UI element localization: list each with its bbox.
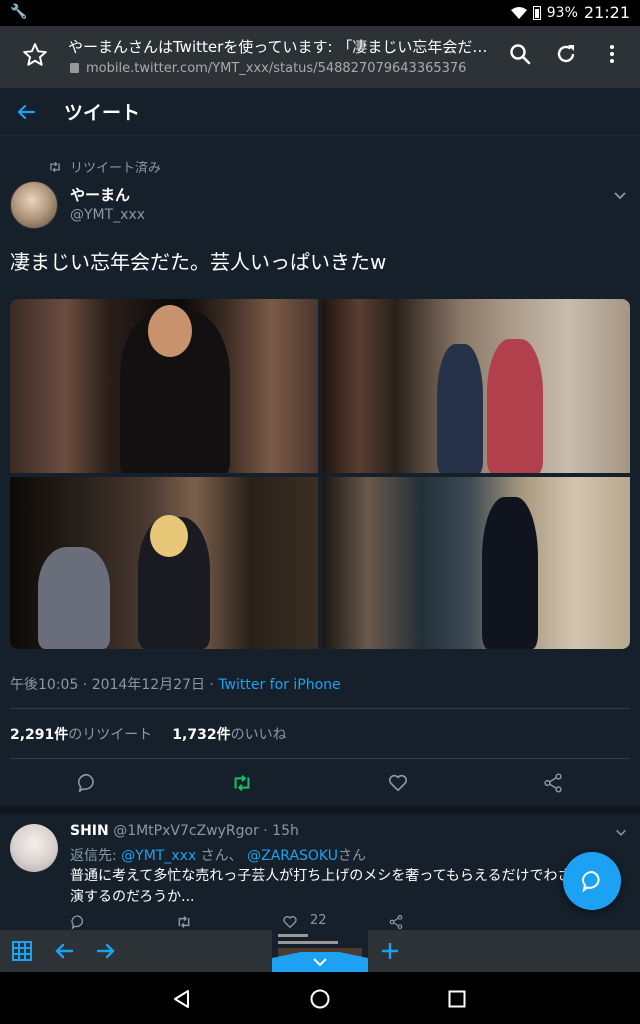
like-stat[interactable]: 1,732件のいいね <box>172 724 286 744</box>
search-icon[interactable] <box>508 42 532 66</box>
retweet-stat[interactable]: 2,291件のリツイート <box>10 724 152 744</box>
back-icon[interactable] <box>52 939 76 963</box>
reload-icon[interactable] <box>554 42 578 66</box>
divider <box>10 708 630 709</box>
photo-3[interactable] <box>10 477 318 649</box>
nav-home-icon[interactable] <box>309 988 331 1010</box>
compose-reply-icon <box>582 870 600 893</box>
status-bar: 🔧 93% 21:21 <box>0 0 640 26</box>
url-text: mobile.twitter.com/YMT_xxx/status/548827… <box>86 61 467 76</box>
performer-face <box>148 305 192 357</box>
retweet-stat-label: のリツイート <box>68 727 153 743</box>
mention-suffix: さん <box>338 848 366 864</box>
reply-chevron-down-icon[interactable] <box>614 826 628 840</box>
like-stat-label: のいいね <box>230 727 287 743</box>
chevron-down-icon <box>313 958 327 967</box>
retweet-small-icon <box>50 161 60 172</box>
reply-author[interactable]: SHIN @1MtPxV7cZwyRgor · 15h <box>70 823 299 839</box>
reply-prefix: 返信先: <box>70 848 122 864</box>
photo-4[interactable] <box>322 477 630 649</box>
performer-figure <box>487 339 543 473</box>
tab-thumbnail[interactable] <box>272 930 368 972</box>
tweet-stats: 2,291件のリツイート 1,732件のいいね <box>10 724 287 744</box>
photo-2[interactable] <box>322 299 630 473</box>
tweet-actions <box>0 770 640 800</box>
like-icon[interactable] <box>387 772 409 794</box>
performer-face <box>150 515 188 557</box>
browser-toolbar: やーまんさんはTwitterを使っています: 「凄まじい忘年会だた。芸人いっぱい… <box>0 26 640 88</box>
performer-figure <box>38 547 110 649</box>
reply-like-count: 22 <box>310 913 327 928</box>
thumbnail-line <box>278 941 338 944</box>
address-bar[interactable]: mobile.twitter.com/YMT_xxx/status/548827… <box>70 61 466 76</box>
divider <box>10 758 630 759</box>
more-vert-icon[interactable] <box>600 42 624 66</box>
photo-grid <box>10 299 630 649</box>
wrench-icon: 🔧 <box>10 4 28 20</box>
mention-link[interactable]: @ZARASOKU <box>247 848 338 864</box>
reply-to-line: 返信先: @YMT_xxx さん、 @ZARASOKUさん <box>70 845 366 865</box>
performer-figure <box>482 497 538 649</box>
reply-icon[interactable] <box>76 772 98 794</box>
retweeted-label: リツイート済み <box>48 157 161 176</box>
battery-icon <box>532 5 541 20</box>
browser-bottom-bar <box>0 930 640 972</box>
share-icon[interactable] <box>542 772 564 794</box>
chevron-down-icon[interactable] <box>612 188 628 204</box>
reply-retweet-icon[interactable] <box>176 914 192 930</box>
author-handle[interactable]: @YMT_xxx <box>70 207 145 223</box>
divider <box>0 806 640 814</box>
reply-author-name: SHIN <box>70 823 109 839</box>
mention-link[interactable]: @YMT_xxx <box>121 848 196 864</box>
author-name[interactable]: やーまん <box>70 184 130 205</box>
twitter-header: ツイート <box>0 88 640 136</box>
lock-icon <box>70 63 79 73</box>
retweet-icon[interactable] <box>231 772 253 794</box>
nav-recents-icon[interactable] <box>446 988 468 1010</box>
back-arrow-icon[interactable] <box>14 100 38 124</box>
retweet-label-text: リツイート済み <box>70 161 162 176</box>
compose-reply-button[interactable] <box>563 852 621 910</box>
thumbnail-line <box>278 934 308 937</box>
bookmark-star-icon[interactable] <box>22 42 48 68</box>
avatar[interactable] <box>10 181 58 229</box>
reply-text: 普通に考えて多忙な売れっ子芸人が打ち上げのメシを奢ってもらえるだけでわざわざ出演… <box>70 868 614 905</box>
reply-share-icon[interactable] <box>388 914 404 930</box>
tabs-grid-icon[interactable] <box>10 939 34 963</box>
performer-figure <box>437 344 483 473</box>
tweet-meta: 午後10:05 · 2014年12月27日 · Twitter for iPho… <box>10 674 341 694</box>
battery-percent: 93% <box>546 4 578 21</box>
system-nav-bar <box>0 972 640 1024</box>
tweet-text: 凄まじい忘年会だた。芸人いっぱいきたw <box>10 250 387 274</box>
wifi-icon <box>510 6 527 19</box>
reply-like-icon[interactable] <box>282 914 298 930</box>
page-title: やーまんさんはTwitterを使っています: 「凄まじい忘年会だた。芸人いっぱい… <box>68 38 498 56</box>
mention-suffix: さん、 <box>196 848 248 864</box>
reply-avatar[interactable] <box>10 824 58 872</box>
header-title: ツイート <box>64 102 141 124</box>
forward-icon[interactable] <box>94 939 118 963</box>
nav-back-icon[interactable] <box>171 988 193 1010</box>
source-link[interactable]: Twitter for iPhone <box>218 677 340 693</box>
reply-handle-time: @1MtPxV7cZwyRgor · 15h <box>113 823 299 839</box>
photo-1[interactable] <box>10 299 318 473</box>
new-tab-plus-icon[interactable] <box>378 939 402 963</box>
timestamp: 午後10:05 · 2014年12月27日 · <box>10 677 219 693</box>
retweet-count: 2,291件 <box>10 727 69 743</box>
reply-reply-icon[interactable] <box>70 914 86 930</box>
like-count: 1,732件 <box>172 727 231 743</box>
clock: 21:21 <box>583 3 630 22</box>
